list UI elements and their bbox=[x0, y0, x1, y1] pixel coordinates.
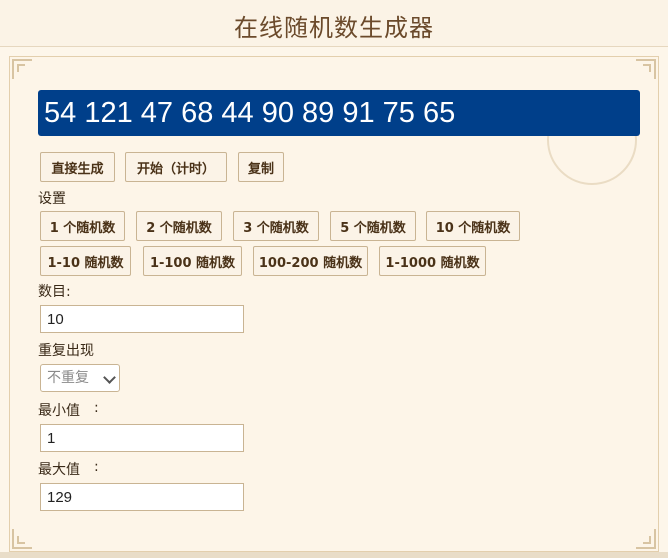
count-label: 数目: bbox=[38, 284, 71, 300]
max-value-input[interactable] bbox=[40, 483, 244, 511]
page-title: 在线随机数生成器 bbox=[234, 14, 434, 42]
repeat-label: 重复出现 bbox=[38, 343, 94, 359]
corner-ornament-top-right bbox=[636, 59, 656, 79]
preset-1-number-button[interactable]: 1 个随机数 bbox=[40, 211, 125, 241]
repeat-select[interactable]: 不重复 bbox=[40, 364, 120, 392]
count-input[interactable] bbox=[40, 305, 244, 333]
start-timed-button[interactable]: 开始（计时） bbox=[125, 152, 227, 182]
copy-button[interactable]: 复制 bbox=[238, 152, 284, 182]
preset-10-numbers-button[interactable]: 10 个随机数 bbox=[426, 211, 520, 241]
preset-3-numbers-button[interactable]: 3 个随机数 bbox=[233, 211, 319, 241]
min-label: 最小值 bbox=[38, 403, 80, 419]
page-bottom-edge bbox=[0, 552, 668, 558]
preset-5-numbers-button[interactable]: 5 个随机数 bbox=[330, 211, 416, 241]
max-label-colon: : bbox=[94, 459, 99, 475]
corner-ornament-bottom-right bbox=[636, 529, 656, 549]
generate-button[interactable]: 直接生成 bbox=[40, 152, 115, 182]
settings-label: 设置 bbox=[38, 191, 66, 207]
preset-2-numbers-button[interactable]: 2 个随机数 bbox=[136, 211, 222, 241]
page-header: 在线随机数生成器 bbox=[0, 0, 668, 47]
corner-ornament-bottom-left bbox=[12, 529, 32, 549]
range-1-10-button[interactable]: 1-10 随机数 bbox=[40, 246, 131, 276]
repeat-select-value: 不重复 bbox=[47, 370, 89, 386]
range-1-100-button[interactable]: 1-100 随机数 bbox=[143, 246, 242, 276]
max-label: 最大值 bbox=[38, 462, 80, 478]
corner-ornament-top-left bbox=[12, 59, 32, 79]
min-value-input[interactable] bbox=[40, 424, 244, 452]
chevron-down-icon bbox=[103, 371, 116, 384]
range-1-1000-button[interactable]: 1-1000 随机数 bbox=[379, 246, 486, 276]
min-label-colon: : bbox=[94, 400, 99, 416]
range-100-200-button[interactable]: 100-200 随机数 bbox=[253, 246, 368, 276]
random-numbers-output: 54 121 47 68 44 90 89 91 75 65 bbox=[38, 90, 640, 136]
